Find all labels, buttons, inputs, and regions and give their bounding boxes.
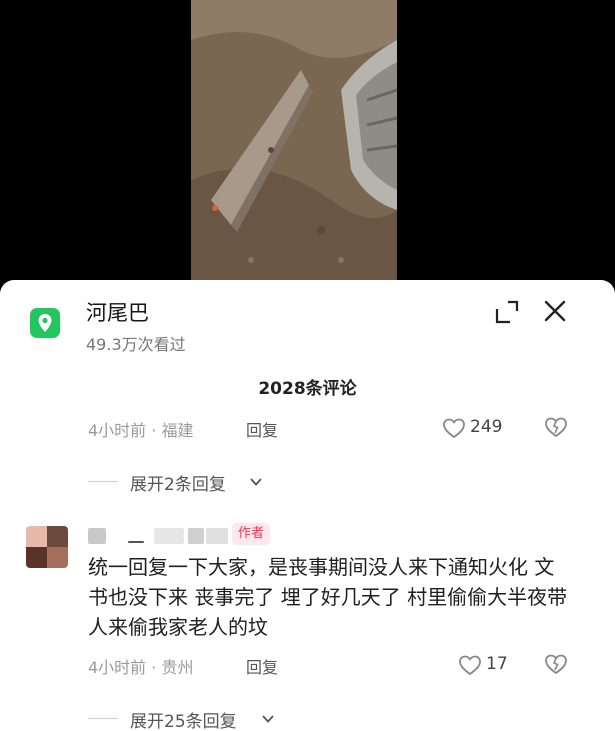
heart-icon [443,418,465,439]
reply-button[interactable]: 回复 [246,654,278,678]
expand-replies-label: 展开2条回复 [130,475,226,495]
dislike-icon[interactable] [544,653,570,679]
comment-meta: 4小时前 · 贵州 [88,658,194,677]
heart-icon [459,655,481,676]
comment-text: 统一回复一下大家，是丧事期间没人来下通知火化 文书也没下来 丧事完了 埋了好几天… [88,555,568,639]
reply-button[interactable]: 回复 [246,417,278,441]
expand-replies-button[interactable]: 展开2条回复 [88,470,288,495]
like-button[interactable]: 17 [458,652,518,678]
like-button[interactable]: 249 [442,415,512,441]
location-views: 49.3万次看过 [86,335,186,354]
avatar[interactable] [26,526,68,568]
comment-count-title: 2028条评论 [258,379,357,399]
video-thumbnail[interactable] [191,0,397,290]
expand-replies-button[interactable]: 展开25条回复 [88,707,298,731]
comment-meta: 4小时前 · 福建 [88,421,194,440]
video-area [0,0,615,290]
location-pin-icon [30,308,60,338]
chevron-down-icon [262,715,274,723]
username-redacted[interactable] [88,525,228,547]
chevron-down-icon [250,478,262,486]
comment-sheet: 河尾巴 49.3万次看过 2028条评论 4小时前 · 福建 回复 249 展开… [0,280,615,731]
divider [88,718,118,719]
like-count: 17 [486,654,508,674]
location-row[interactable]: 河尾巴 49.3万次看过 [0,280,615,360]
location-name: 河尾巴 [86,301,149,325]
expand-replies-label: 展开25条回复 [130,712,237,731]
author-badge: 作者 [232,523,271,545]
close-icon[interactable] [541,297,569,325]
dislike-icon[interactable] [544,416,570,442]
like-count: 249 [470,417,503,437]
divider [88,481,118,482]
expand-icon[interactable] [494,299,520,325]
video-image [191,0,397,290]
